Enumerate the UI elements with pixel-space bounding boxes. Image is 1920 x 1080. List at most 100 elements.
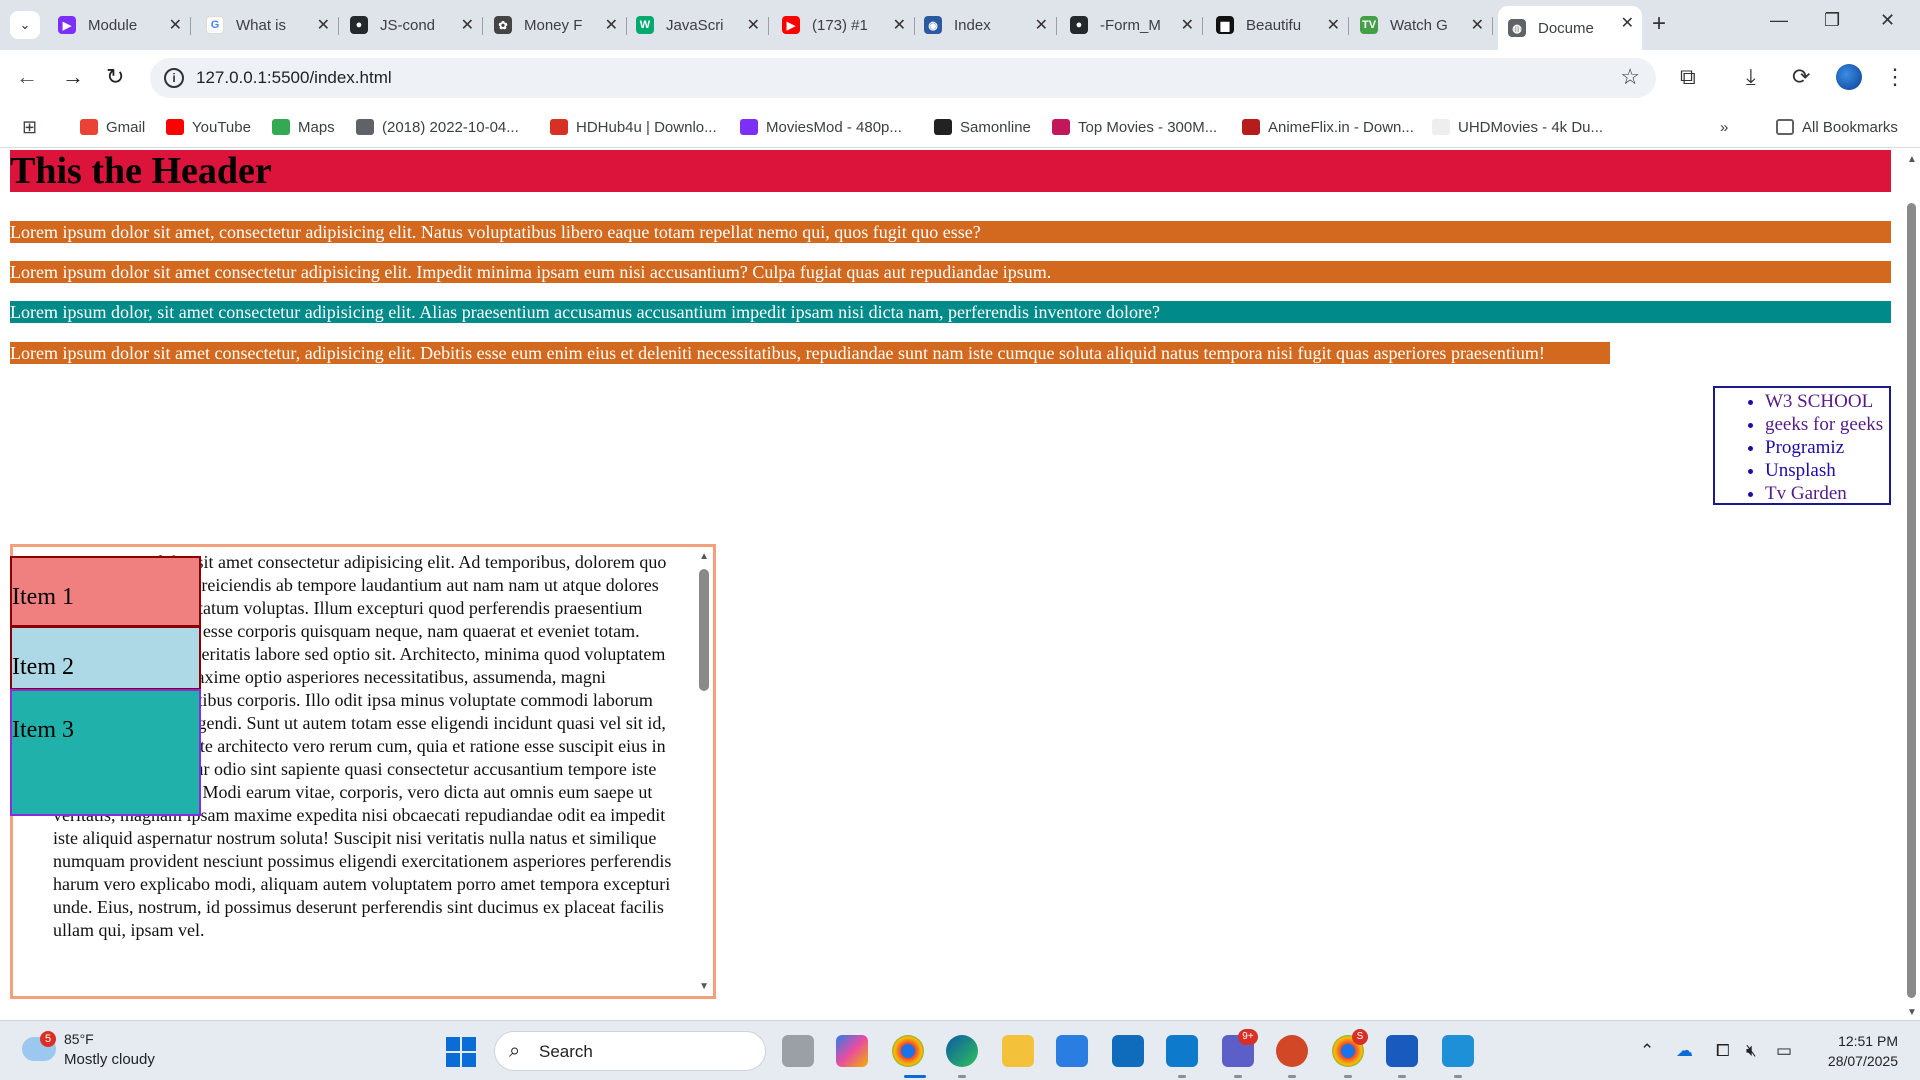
start-button[interactable] — [446, 1037, 476, 1067]
more-bookmarks-button[interactable]: » — [1720, 116, 1728, 138]
scroll-up-arrow-icon[interactable]: ▲ — [699, 551, 709, 562]
close-icon[interactable]: ✕ — [605, 15, 618, 35]
bookmark-item[interactable]: Top Movies - 300M... — [1052, 116, 1217, 138]
nav-link[interactable]: W3 SCHOOL — [1765, 391, 1873, 412]
copilot-icon[interactable] — [836, 1035, 868, 1067]
nav-link[interactable]: Unsplash — [1765, 460, 1836, 481]
nav-link[interactable]: Tv Garden — [1765, 483, 1847, 504]
link-list-item: Unsplash — [1765, 459, 1889, 482]
system-clock[interactable]: 12:51 PM 28/07/2025 — [1818, 1031, 1898, 1071]
notepad-icon[interactable] — [1442, 1035, 1474, 1067]
download-icon[interactable]: ⤓ — [1746, 64, 1756, 90]
ms-store-icon[interactable] — [1056, 1035, 1088, 1067]
colored-paragraph-4: Lorem ipsum dolor sit amet consectetur, … — [10, 342, 1610, 364]
bookmark-item[interactable]: HDHub4u | Downlo... — [550, 116, 717, 138]
performance-icon[interactable]: ⟳ — [1792, 64, 1810, 90]
all-bookmarks-button[interactable]: All Bookmarks — [1776, 116, 1898, 138]
apps-grid-icon[interactable]: ⊞ — [22, 116, 37, 138]
bookmark-label: Gmail — [106, 118, 146, 136]
battery-icon[interactable]: ▭ — [1776, 1041, 1792, 1061]
bookmark-item[interactable]: Maps — [272, 116, 335, 138]
edge-icon[interactable] — [946, 1035, 978, 1067]
vscode-icon[interactable] — [1166, 1035, 1198, 1067]
tab-9[interactable]: ▆ Beautifu ✕ — [1206, 8, 1349, 42]
tab-title: JS-cond — [380, 16, 436, 34]
tab-11[interactable]: ◍ Docume ✕ — [1498, 6, 1642, 50]
bookmark-item[interactable]: (2018) 2022-10-04... — [356, 116, 519, 138]
page-scrollbar[interactable]: ▲ ▼ — [1904, 148, 1920, 1020]
tab-2[interactable]: G What is ✕ — [196, 8, 339, 42]
edge-running-indicator — [958, 1075, 966, 1078]
chrome-icon[interactable] — [892, 1035, 924, 1067]
task-view-icon[interactable] — [782, 1035, 814, 1067]
tab-3[interactable]: ● JS-cond ✕ — [340, 8, 483, 42]
close-icon[interactable]: ✕ — [461, 15, 474, 35]
page-scroll-up-icon[interactable]: ▲ — [1907, 154, 1917, 165]
floating-item-3: Item 3 — [10, 689, 201, 816]
tab-title: Beautifu — [1246, 16, 1302, 34]
back-button[interactable]: ← — [16, 64, 38, 90]
close-icon[interactable]: ✕ — [1621, 13, 1634, 33]
close-icon[interactable]: ✕ — [1181, 15, 1194, 35]
teams-icon[interactable]: 9+ — [1222, 1029, 1258, 1067]
nav-link[interactable]: geeks for geeks — [1765, 414, 1883, 435]
close-icon[interactable]: ✕ — [1471, 15, 1484, 35]
tab-title: Module — [88, 16, 138, 34]
tab-search-button[interactable]: ⌄ — [10, 11, 40, 39]
network-icon[interactable]: ⧠ — [1716, 1041, 1730, 1061]
teams-running-indicator — [1234, 1075, 1242, 1078]
word-icon[interactable] — [1386, 1035, 1418, 1067]
powerpoint-icon[interactable] — [1276, 1035, 1308, 1067]
onedrive-icon[interactable]: ☁ — [1676, 1041, 1693, 1061]
youtube-icon — [166, 119, 184, 135]
w3schools-icon: W — [636, 16, 654, 34]
link-list-item: Tv Garden — [1765, 482, 1889, 505]
restore-button[interactable]: ❐ — [1824, 10, 1840, 31]
bookmark-star-icon[interactable]: ☆ — [1620, 64, 1640, 90]
scroll-down-arrow-icon[interactable]: ▼ — [699, 981, 709, 992]
nav-link[interactable]: Programiz — [1765, 437, 1844, 458]
box-scrollbar-thumb[interactable] — [699, 569, 709, 691]
close-icon[interactable]: ✕ — [747, 15, 760, 35]
tab-10[interactable]: TV Watch G ✕ — [1350, 8, 1493, 42]
box-scrollbar[interactable]: ▲ ▼ — [695, 547, 713, 996]
hd-icon — [550, 119, 568, 135]
close-icon[interactable]: ✕ — [893, 15, 906, 35]
reload-button[interactable]: ↻ — [106, 64, 124, 90]
page-scroll-down-icon[interactable]: ▼ — [1907, 1007, 1917, 1018]
close-icon[interactable]: ✕ — [317, 15, 330, 35]
bookmark-item[interactable]: Samonline — [934, 116, 1031, 138]
forward-button[interactable]: → — [62, 64, 84, 90]
new-tab-button[interactable]: + — [1652, 10, 1666, 38]
tab-4[interactable]: ✿ Money F ✕ — [484, 8, 627, 42]
extensions-icon[interactable]: ⧉ — [1680, 64, 1696, 90]
close-icon[interactable]: ✕ — [169, 15, 182, 35]
menu-icon[interactable]: ⋮ — [1884, 64, 1906, 90]
page-scrollbar-thumb[interactable] — [1907, 203, 1916, 998]
tab-8[interactable]: ● -Form_M ✕ — [1060, 8, 1203, 42]
site-info-icon[interactable]: i — [164, 68, 184, 88]
close-window-button[interactable]: ✕ — [1880, 10, 1895, 31]
tab-7[interactable]: ◉ Index ✕ — [914, 8, 1057, 42]
bookmark-item[interactable]: MoviesMod - 480p... — [740, 116, 902, 138]
taskbar-search[interactable]: ⌕ Search — [494, 1031, 766, 1071]
bookmark-item[interactable]: AnimeFlix.in - Down... — [1242, 116, 1414, 138]
bookmark-item[interactable]: UHDMovies - 4k Du... — [1432, 116, 1603, 138]
chrome-profile-icon[interactable]: S — [1332, 1029, 1368, 1067]
minimize-button[interactable]: — — [1770, 10, 1788, 31]
tab-5[interactable]: W JavaScri ✕ — [626, 8, 769, 42]
chevron-up-icon[interactable]: ⌃ — [1640, 1041, 1654, 1061]
bookmark-item[interactable]: YouTube — [166, 116, 251, 138]
volume-muted-icon[interactable]: 🔇︎ — [1746, 1041, 1757, 1061]
close-icon[interactable]: ✕ — [1327, 15, 1340, 35]
profile-avatar[interactable] — [1836, 64, 1862, 90]
file-explorer-icon[interactable] — [1002, 1035, 1034, 1067]
tab-6[interactable]: ▶ (173) #1 ✕ — [772, 8, 915, 42]
close-icon[interactable]: ✕ — [1035, 15, 1048, 35]
tab-title: Watch G — [1390, 16, 1448, 34]
bookmark-label: Samonline — [960, 118, 1031, 136]
address-bar[interactable]: i 127.0.0.1:5500/index.html ☆ — [150, 58, 1656, 98]
tab-1[interactable]: ▶ Module ✕ — [48, 8, 191, 42]
bookmark-item[interactable]: Gmail — [80, 116, 145, 138]
outlook-icon[interactable] — [1112, 1035, 1144, 1067]
